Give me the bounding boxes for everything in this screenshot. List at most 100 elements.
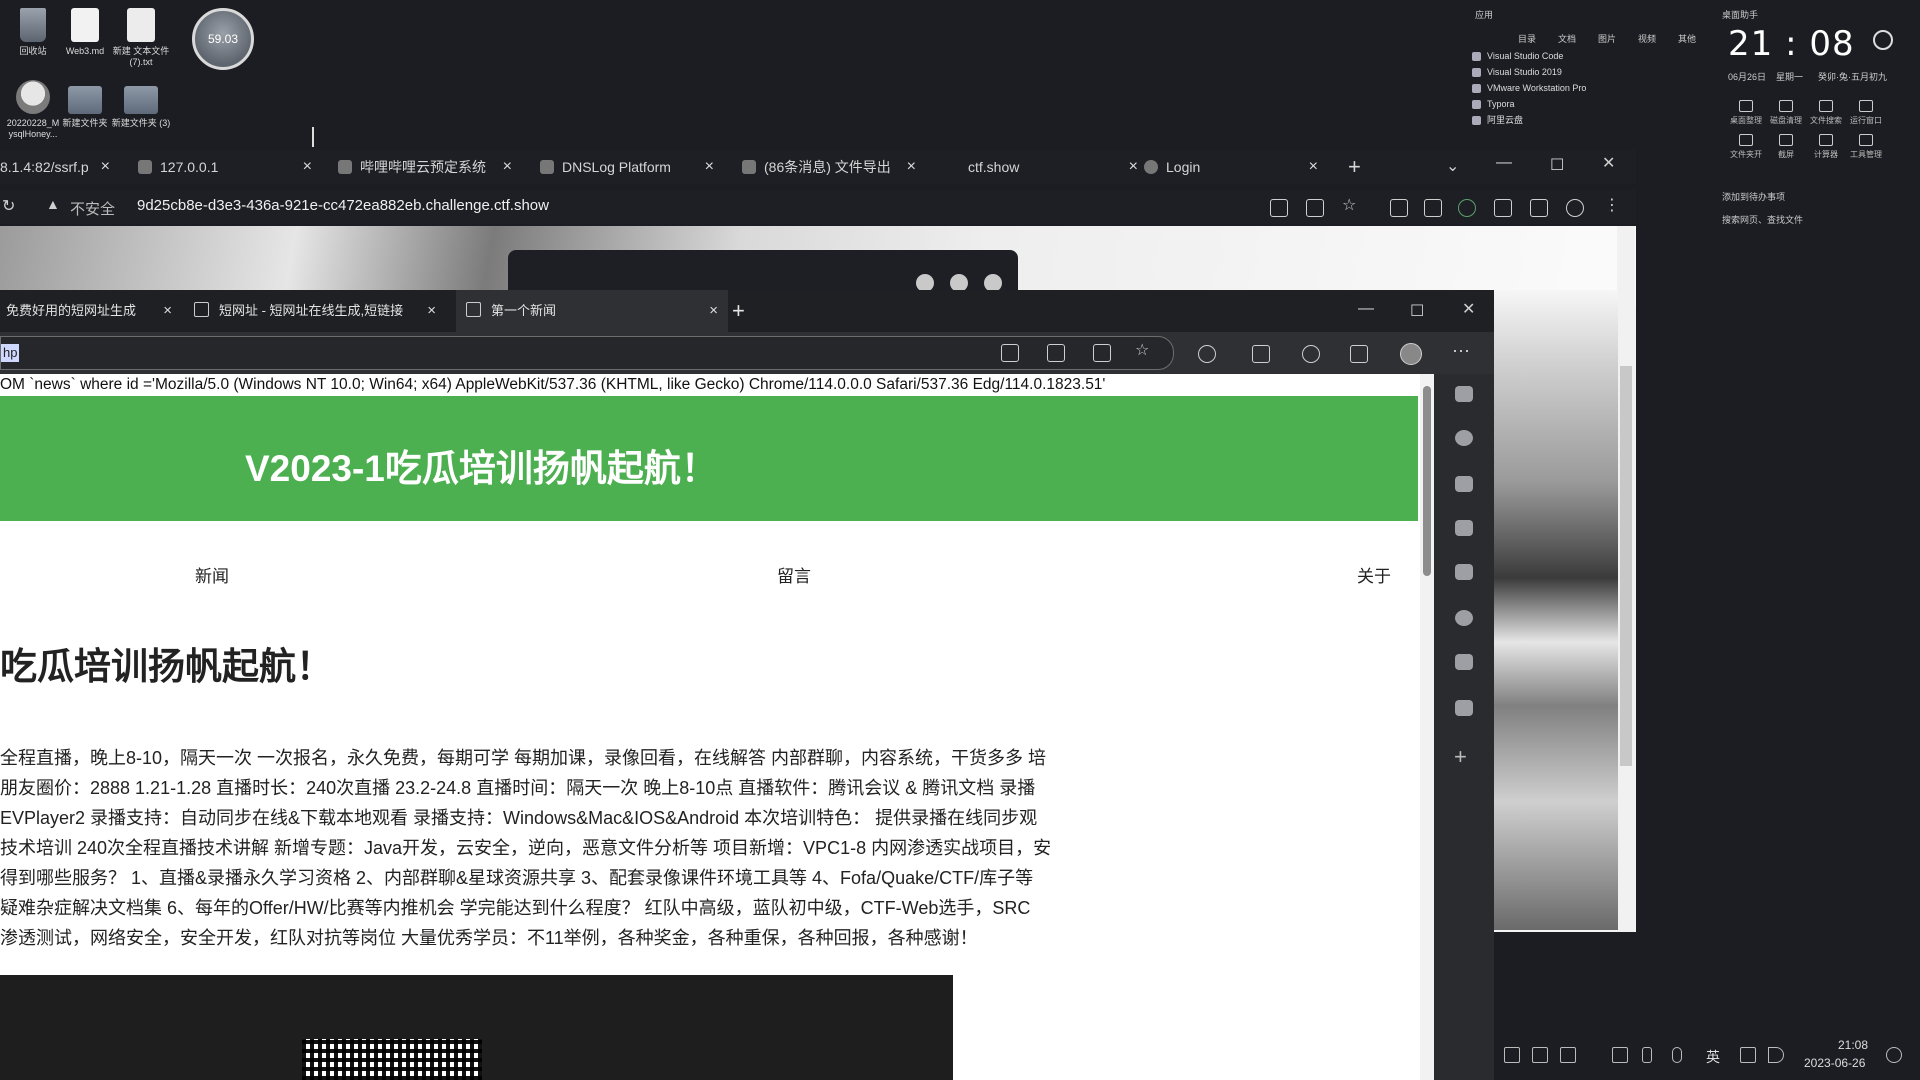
scroll-thumb[interactable] xyxy=(1423,386,1431,576)
close-window-icon[interactable]: ✕ xyxy=(1462,299,1475,319)
bookmark-star-icon[interactable]: ☆ xyxy=(1342,195,1356,215)
close-icon[interactable]: × xyxy=(503,150,512,184)
close-icon[interactable]: × xyxy=(907,150,916,184)
extension-icon[interactable] xyxy=(1390,199,1408,217)
health-icon[interactable] xyxy=(1350,345,1368,363)
minimize-icon[interactable]: — xyxy=(1496,154,1512,172)
edge-tab-active[interactable]: 第一个新闻 × xyxy=(456,290,728,332)
app-item-vmware[interactable]: VMware Workstation Pro xyxy=(1472,80,1692,96)
widget-tab[interactable]: 图片 xyxy=(1598,32,1616,45)
people-icon[interactable] xyxy=(1455,564,1473,580)
tool-manage[interactable]: 工具管理 xyxy=(1846,134,1886,160)
outer-tab-active[interactable]: ctf.show × xyxy=(946,150,1144,184)
notification-moon-icon[interactable] xyxy=(1886,1047,1902,1063)
tool-open-folder[interactable]: 文件夹开 xyxy=(1726,134,1766,160)
tray-app-icon[interactable] xyxy=(1504,1047,1520,1063)
qr-extension-icon[interactable] xyxy=(1424,199,1442,217)
tool-calculator[interactable]: 计算器 xyxy=(1806,134,1846,160)
puzzle-icon[interactable] xyxy=(1494,199,1512,217)
close-window-icon[interactable]: ✕ xyxy=(1602,153,1615,173)
extension-green-icon[interactable] xyxy=(1458,199,1476,217)
security-label[interactable]: 不安全 xyxy=(70,198,115,219)
close-icon[interactable]: × xyxy=(1129,150,1138,184)
desktop-file-txt[interactable]: 新建 文本文件 (7).txt xyxy=(108,8,174,68)
games-icon[interactable] xyxy=(1455,654,1473,670)
close-icon[interactable]: × xyxy=(163,290,172,332)
tag-icon[interactable] xyxy=(1455,476,1473,492)
history-icon[interactable] xyxy=(1302,345,1320,363)
tool-disk-clean[interactable]: 磁盘清理 xyxy=(1766,100,1806,126)
outer-url-text[interactable]: 9d25cb8e-d3e3-436a-921e-cc472ea882eb.cha… xyxy=(137,197,549,214)
app-available-icon[interactable] xyxy=(1001,344,1019,362)
new-tab-button[interactable]: + xyxy=(732,290,752,332)
speed-ball-widget[interactable]: 59.03 xyxy=(192,8,254,70)
tray-app-icon[interactable] xyxy=(1560,1047,1576,1063)
network-icon[interactable] xyxy=(1740,1047,1756,1063)
add-plus-icon[interactable]: + xyxy=(1454,744,1467,770)
edge-address-bar[interactable]: hp ☆ xyxy=(0,336,1174,370)
microphone-icon[interactable] xyxy=(1672,1047,1682,1063)
sidepanel-icon[interactable] xyxy=(1530,199,1548,217)
close-icon[interactable]: × xyxy=(427,290,436,332)
edge-scrollbar[interactable] xyxy=(1420,374,1434,1080)
tool-run-window[interactable]: 运行窗口 xyxy=(1846,100,1886,126)
tool-desktop-organize[interactable]: 桌面整理 xyxy=(1726,100,1766,126)
app-item-vs2019[interactable]: Visual Studio 2019 xyxy=(1472,64,1692,80)
tray-app-icon[interactable] xyxy=(1532,1047,1548,1063)
maximize-icon[interactable]: ☐ xyxy=(1550,155,1564,175)
more-menu-icon[interactable]: ⋮ xyxy=(1604,195,1620,215)
minimize-icon[interactable]: — xyxy=(1358,300,1374,318)
outer-tab[interactable]: 8.1.4:82/ssrf.p × xyxy=(0,150,116,184)
edge-tab[interactable]: 免费好用的短网址生成 × xyxy=(0,290,182,332)
volume-icon[interactable] xyxy=(1768,1047,1784,1063)
ime-indicator[interactable]: 英 xyxy=(1706,1047,1720,1067)
scroll-thumb[interactable] xyxy=(1620,366,1632,766)
taskbar-time[interactable]: 21:08 xyxy=(1838,1038,1868,1052)
close-icon[interactable]: × xyxy=(709,290,718,332)
close-icon[interactable]: × xyxy=(1309,150,1318,184)
outer-tab[interactable]: 哔哩哔哩云预定系统 × xyxy=(338,150,518,184)
outer-tab[interactable]: DNSLog Platform × xyxy=(540,150,720,184)
share-icon[interactable] xyxy=(1306,199,1324,217)
collections-icon[interactable] xyxy=(1252,345,1270,363)
widget-search-hint[interactable]: 搜索网页、查找文件 xyxy=(1722,213,1803,226)
outer-tab[interactable]: Login × xyxy=(1144,150,1324,184)
reload-icon[interactable]: ↻ xyxy=(2,196,15,216)
favorite-star-icon[interactable]: ☆ xyxy=(1135,340,1149,360)
nav-news-link[interactable]: 新闻 xyxy=(195,562,229,587)
outer-tab[interactable]: (86条消息) 文件导出 × xyxy=(742,150,922,184)
tool-file-search[interactable]: 文件搜索 xyxy=(1806,100,1846,126)
close-icon[interactable]: × xyxy=(101,150,110,184)
translate-icon[interactable] xyxy=(1270,199,1288,217)
tool-screenshot[interactable]: 截屏 xyxy=(1766,134,1806,160)
app-item-typora[interactable]: Typora xyxy=(1472,96,1692,112)
extension-icon[interactable] xyxy=(1198,345,1216,363)
send-icon[interactable] xyxy=(1455,700,1473,716)
taskbar-date[interactable]: 2023-06-26 xyxy=(1804,1056,1865,1070)
new-tab-button[interactable]: + xyxy=(1348,150,1372,184)
app-item-aliyun[interactable]: 阿里云盘 xyxy=(1472,112,1692,128)
close-icon[interactable]: × xyxy=(705,150,714,184)
nav-about-link[interactable]: 关于 xyxy=(1357,562,1391,587)
address-selected-text[interactable]: hp xyxy=(1,344,20,362)
maximize-icon[interactable]: ☐ xyxy=(1410,301,1424,321)
desktop-folder-3[interactable]: 新建文件夹 (3) xyxy=(108,80,174,129)
tab-search-icon[interactable]: ⌄ xyxy=(1446,156,1459,176)
copy-icon[interactable] xyxy=(1612,1047,1628,1063)
close-icon[interactable]: × xyxy=(303,150,312,184)
profile-icon[interactable] xyxy=(1566,199,1584,217)
device-icon[interactable] xyxy=(1642,1047,1652,1063)
bell-icon[interactable] xyxy=(1455,386,1473,402)
outer-tab[interactable]: 127.0.0.1 × xyxy=(138,150,318,184)
more-menu-icon[interactable]: ··· xyxy=(1452,340,1470,361)
read-aloud-icon[interactable] xyxy=(1093,344,1111,362)
search-icon[interactable] xyxy=(1455,430,1473,446)
outer-scrollbar[interactable] xyxy=(1617,226,1635,932)
toolbox-icon[interactable] xyxy=(1455,520,1473,536)
avatar-icon[interactable] xyxy=(1400,343,1422,365)
edge-tab[interactable]: 短网址 - 短网址在线生成,短链接 × xyxy=(192,290,446,332)
nav-message-link[interactable]: 留言 xyxy=(777,562,811,587)
widget-tab[interactable]: 目录 xyxy=(1518,32,1536,45)
widget-tab[interactable]: 文档 xyxy=(1558,32,1576,45)
screenshot-icon[interactable] xyxy=(1047,344,1065,362)
